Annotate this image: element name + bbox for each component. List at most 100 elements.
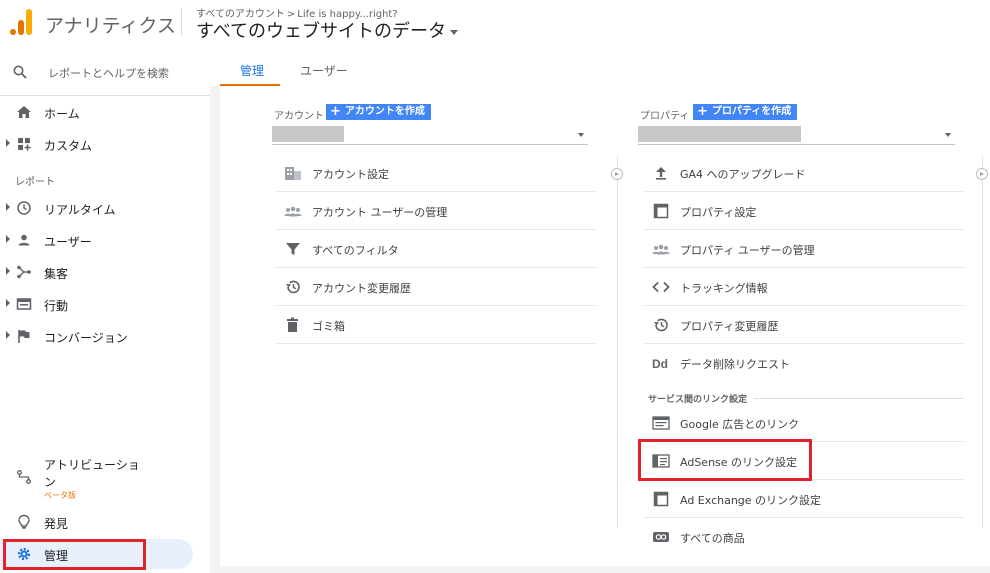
view-title: すべてのウェブサイトのデータ [196,21,447,42]
expand-arrow-icon [6,267,10,275]
sidebar-divider [0,95,210,96]
menu-item-label: アカウント ユーザーの管理 [312,206,448,219]
linking-section-divider [754,398,964,399]
menu-item-label: ゴミ箱 [312,320,345,333]
tab-user[interactable]: ユーザー [300,62,348,79]
sidebar-item-conversion[interactable]: コンバージョン [0,321,210,351]
admin-panel: アカウント + アカウントを作成 アカウント設定 アカウント ユーザーの管理 すべ… [220,86,990,566]
dropdown-arrow-icon [578,133,584,137]
building-icon [285,167,301,180]
menu-ad-exchange-link[interactable]: Ad Exchange のリンク設定 [644,480,964,518]
view-selector[interactable]: すべてのウェブサイトのデータ [196,17,459,43]
sidebar-item-label: 発見 [44,517,69,531]
users-icon [284,206,302,217]
menu-item-label: すべての商品 [680,532,745,545]
window-icon [653,203,669,219]
filter-icon [286,243,300,255]
menu-ga4-upgrade[interactable]: GA4 へのアップグレード [644,154,964,192]
sidebar-item-label: ホーム [44,107,80,121]
menu-tracking-info[interactable]: トラッキング情報 [644,268,964,306]
account-column-header: アカウント [274,111,324,122]
search-icon [13,65,27,79]
tab-admin[interactable]: 管理 [240,62,264,79]
menu-property-change-history[interactable]: プロパティ変更履歴 [644,306,964,344]
menu-item-label: プロパティ ユーザーの管理 [680,244,815,257]
sidebar-item-label: コンバージョン [44,331,128,345]
search-bar[interactable]: レポートとヘルプを検索 [0,56,210,88]
expand-arrow-icon [6,235,10,243]
expand-arrow-icon [6,203,10,211]
sidebar-item-home[interactable]: ホーム [0,97,210,127]
create-property-button[interactable]: + プロパティを作成 [693,104,798,120]
app-title: アナリティクス [45,15,176,37]
menu-account-settings[interactable]: アカウント設定 [276,154,596,192]
upload-arrow-icon [656,167,666,180]
property-column-header: プロパティ [640,111,690,122]
account-selector[interactable] [272,123,588,145]
column-divider [617,156,618,528]
main-content: 管理 ユーザー アカウント + アカウントを作成 アカウント設定 アカウント ユー… [210,48,990,573]
menu-all-products[interactable]: すべての商品 [644,518,964,556]
property-selector[interactable] [638,123,955,145]
menu-item-label: Ad Exchange のリンク設定 [680,494,822,507]
create-account-button[interactable]: + アカウントを作成 [326,104,431,120]
adsense-highlight-box [638,439,812,481]
data-deletion-icon: Dd [652,357,668,371]
menu-all-filters[interactable]: すべてのフィルタ [276,230,596,268]
ad-exchange-icon [653,491,669,507]
sidebar-item-behavior[interactable]: 行動 [0,289,210,319]
trash-icon [287,317,298,332]
sidebar-item-label: リアルタイム [44,203,116,217]
create-account-label: アカウントを作成 [344,106,425,117]
sidebar-item-discover[interactable]: 発見 [0,507,210,537]
menu-trash[interactable]: ゴミ箱 [276,306,596,344]
sidebar-item-label: ユーザー [44,235,92,249]
menu-property-settings[interactable]: プロパティ設定 [644,192,964,230]
analytics-logo[interactable] [10,9,32,35]
column-expand-icon[interactable] [611,168,623,180]
sidebar-item-label: アトリビューション [44,458,140,489]
beta-badge: ベータ版 [44,491,76,500]
attribution-icon [17,470,31,484]
menu-property-user-management[interactable]: プロパティ ユーザーの管理 [644,230,964,268]
home-icon [17,106,31,118]
menu-item-label: データ削除リクエスト [680,358,790,371]
sidebar-item-realtime[interactable]: リアルタイム [0,193,210,223]
menu-item-label: アカウント変更履歴 [312,282,411,295]
sidebar-item-custom[interactable]: カスタム [0,129,210,159]
expand-arrow-icon [6,331,10,339]
view-dropdown-icon [450,29,459,35]
svg-text:Dd: Dd [652,357,668,371]
sidebar: レポートとヘルプを検索 ホーム カスタム レポート リアルタイム ユーザー 集客… [0,48,210,573]
menu-account-change-history[interactable]: アカウント変更履歴 [276,268,596,306]
menu-account-user-management[interactable]: アカウント ユーザーの管理 [276,192,596,230]
person-icon [18,234,30,246]
sidebar-item-label: 集客 [44,267,69,281]
menu-item-label: プロパティ設定 [680,206,757,219]
top-bar: アナリティクス すべてのアカウント > Life is happy...right?… [0,0,990,48]
clock-icon [17,201,31,215]
menu-google-ads-link[interactable]: Google 広告とのリンク [644,404,964,442]
menu-item-label: Google 広告とのリンク [680,418,800,431]
menu-item-label: プロパティ変更履歴 [680,320,779,333]
google-ads-icon [652,416,670,430]
menu-data-deletion-request[interactable]: Dd データ削除リクエスト [644,344,964,382]
reports-section-label: レポート [15,177,55,188]
lightbulb-icon [18,514,30,529]
sidebar-item-user[interactable]: ユーザー [0,225,210,255]
plus-icon: + [330,104,341,119]
column-expand-icon[interactable] [976,168,988,180]
dashboard-icon [18,138,31,151]
admin-highlight-box [3,539,146,570]
link-icon [653,532,669,542]
tab-bar: 管理 ユーザー [210,48,990,86]
flag-icon [18,330,30,343]
sidebar-item-label: カスタム [44,139,93,153]
code-icon [652,281,670,293]
sidebar-item-label: 行動 [44,299,69,313]
expand-arrow-icon [6,139,10,147]
sidebar-item-acquisition[interactable]: 集客 [0,257,210,287]
menu-item-label: トラッキング情報 [680,282,768,295]
behavior-icon [16,298,32,310]
redacted-property-name [638,126,801,142]
